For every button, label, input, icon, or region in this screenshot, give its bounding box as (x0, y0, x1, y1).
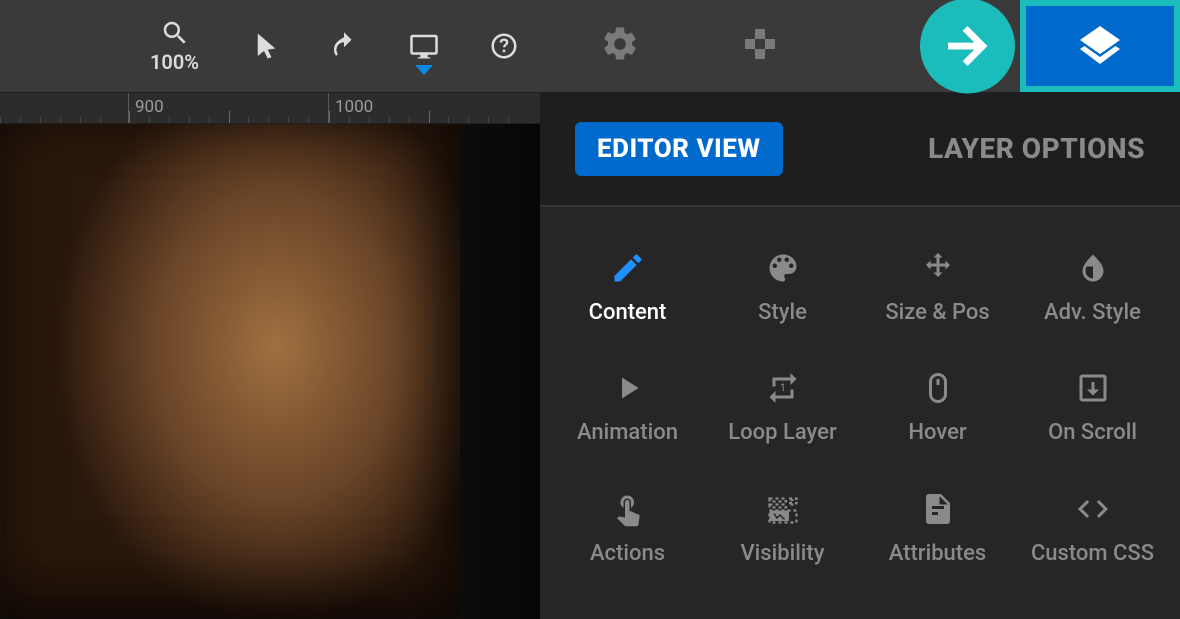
layers-panel-button[interactable] (1020, 0, 1180, 92)
layer-options-panel: EDITOR VIEW LAYER OPTIONS Content Style … (540, 0, 1180, 619)
editor-canvas-area: 100% 900 1000 (0, 0, 540, 619)
dpad-icon (740, 24, 780, 64)
zoom-label: 100% (150, 50, 199, 74)
option-custom-css-label: Custom CSS (1031, 541, 1154, 566)
option-style-label: Style (758, 300, 807, 325)
option-loop-layer-label: Loop Layer (728, 420, 836, 445)
editor-view-tab[interactable]: EDITOR VIEW (575, 122, 783, 176)
canvas-toolbar: 100% (0, 0, 540, 92)
dropdown-caret-icon (415, 60, 433, 79)
option-visibility[interactable]: Visibility (705, 468, 860, 589)
option-size-pos-label: Size & Pos (885, 300, 989, 325)
option-on-scroll[interactable]: On Scroll (1015, 348, 1170, 469)
option-animation[interactable]: Animation (550, 348, 705, 469)
canvas[interactable] (0, 124, 540, 619)
option-adv-style[interactable]: Adv. Style (1015, 227, 1170, 348)
option-size-pos[interactable]: Size & Pos (860, 227, 1015, 348)
loop-icon: 1 (765, 370, 801, 406)
cursor-icon (249, 31, 279, 61)
play-icon (610, 370, 646, 406)
settings-button[interactable] (600, 24, 640, 68)
visibility-icon (765, 491, 801, 527)
mouse-icon (920, 370, 956, 406)
panel-toolbar (540, 0, 1180, 92)
view-tabs: EDITOR VIEW LAYER OPTIONS (540, 92, 1180, 207)
option-attributes[interactable]: Attributes (860, 468, 1015, 589)
option-content[interactable]: Content (550, 227, 705, 348)
option-custom-css[interactable]: Custom CSS (1015, 468, 1170, 589)
option-content-label: Content (589, 300, 667, 325)
cursor-tool[interactable] (249, 31, 279, 61)
svg-text:1: 1 (780, 381, 786, 394)
option-on-scroll-label: On Scroll (1048, 420, 1137, 445)
code-icon (1075, 491, 1111, 527)
canvas-empty-area (460, 124, 540, 619)
arrow-highlight-button[interactable] (920, 0, 1015, 94)
layers-icon (1076, 22, 1124, 70)
undo-tool[interactable] (329, 31, 359, 61)
undo-icon (329, 31, 359, 61)
scroll-icon (1075, 370, 1111, 406)
option-style[interactable]: Style (705, 227, 860, 348)
navigator-button[interactable] (740, 24, 780, 68)
option-animation-label: Animation (577, 420, 678, 445)
gear-icon (600, 24, 640, 64)
palette-icon (765, 250, 801, 286)
zoom-tool[interactable]: 100% (150, 18, 199, 74)
pencil-icon (610, 250, 646, 286)
option-attributes-label: Attributes (889, 541, 986, 566)
option-hover-label: Hover (908, 420, 966, 445)
file-icon (920, 491, 956, 527)
desktop-icon (409, 31, 439, 61)
option-loop-layer[interactable]: 1 Loop Layer (705, 348, 860, 469)
option-actions[interactable]: Actions (550, 468, 705, 589)
invert-icon (1075, 250, 1111, 286)
option-hover[interactable]: Hover (860, 348, 1015, 469)
preview-tool[interactable] (409, 31, 439, 61)
layer-options-tab[interactable]: LAYER OPTIONS (928, 132, 1145, 165)
horizontal-ruler: 900 1000 (0, 92, 540, 124)
option-visibility-label: Visibility (740, 541, 824, 566)
arrow-right-icon (940, 19, 995, 74)
option-adv-style-label: Adv. Style (1044, 300, 1141, 325)
help-tool[interactable] (489, 31, 519, 61)
option-actions-label: Actions (590, 541, 665, 566)
layer-options-grid: Content Style Size & Pos Adv. Style Anim… (540, 207, 1180, 619)
canvas-image-layer[interactable] (0, 124, 460, 619)
help-icon (489, 31, 519, 61)
touch-icon (610, 491, 646, 527)
move-icon (920, 250, 956, 286)
zoom-icon (160, 18, 190, 48)
